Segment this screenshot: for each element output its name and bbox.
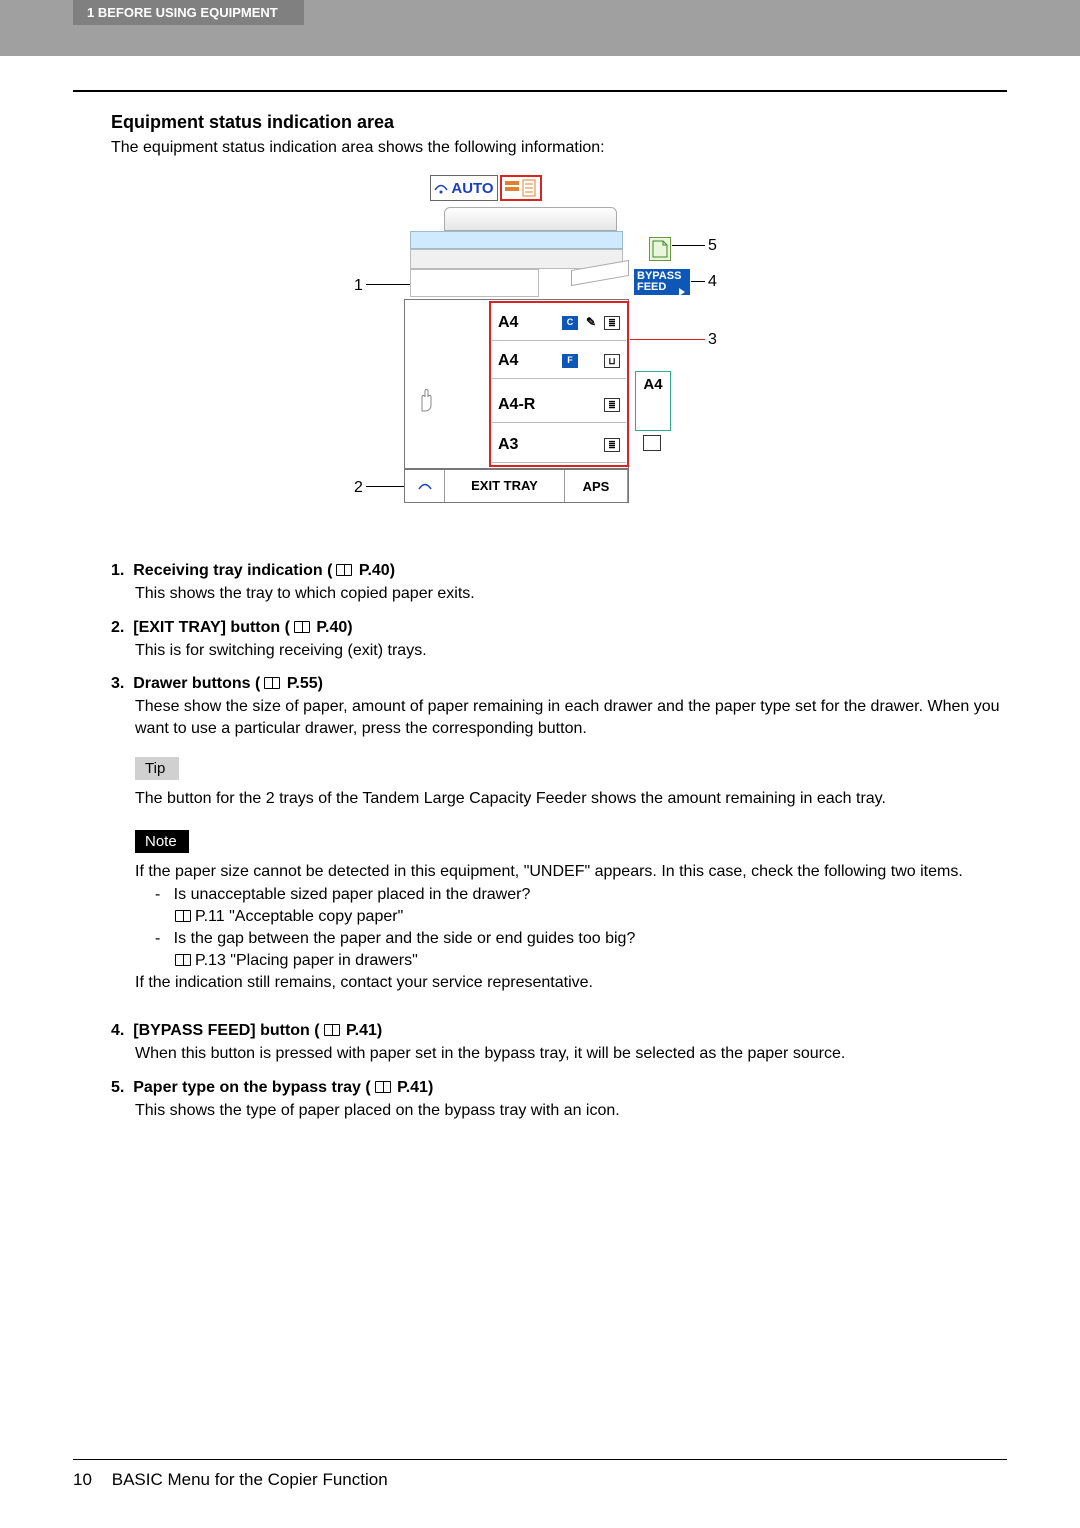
- callout-4-line: [691, 281, 705, 282]
- diagram-wrap: 1 2 5 4 3 AUTO: [73, 175, 1007, 520]
- aps-button: APS: [565, 470, 628, 502]
- bypass-papertype-icon: [649, 237, 671, 261]
- item-5-title: 5. Paper type on the bypass tray ( P.41): [111, 1079, 1007, 1097]
- callout-4: 4: [708, 273, 717, 291]
- note-block: If the paper size cannot be detected in …: [111, 861, 1007, 993]
- book-icon: [294, 621, 310, 633]
- book-icon: [324, 1024, 340, 1036]
- original-indicator: [500, 175, 542, 201]
- callout-5: 5: [708, 237, 717, 255]
- callout-2: 2: [354, 479, 363, 497]
- drawer-row: A4 C✎≣: [492, 305, 626, 341]
- page-body: Equipment status indication area The equ…: [0, 90, 1080, 1121]
- drawer-row: A4-R ≣: [492, 387, 626, 423]
- section-heading: Equipment status indication area: [73, 112, 1007, 133]
- note-intro: If the paper size cannot be detected in …: [135, 861, 1007, 883]
- book-icon: [264, 677, 280, 689]
- item-1-title: 1. Receiving tray indication ( P.40): [111, 562, 1007, 580]
- item-3-desc: These show the size of paper, amount of …: [111, 696, 1007, 739]
- auto-indicator: AUTO: [430, 175, 498, 201]
- callout-3-line: [630, 339, 705, 340]
- callout-1: 1: [354, 277, 363, 295]
- base-row: EXIT TRAY APS: [404, 469, 629, 503]
- note-label: Note: [135, 830, 189, 853]
- callout-3: 3: [708, 331, 717, 349]
- side-drawer-icon: [643, 435, 661, 451]
- tip-text: The button for the 2 trays of the Tandem…: [111, 788, 1007, 810]
- drawer-row: A3 ≣: [492, 427, 626, 463]
- drawer-row: A4 F⊔: [492, 343, 626, 379]
- page-header: 1 BEFORE USING EQUIPMENT: [0, 0, 1080, 56]
- footer-rule: [73, 1459, 1007, 1460]
- original-icon: [502, 177, 540, 199]
- footer-title: BASIC Menu for the Copier Function: [112, 1470, 388, 1489]
- side-drawer: A4: [635, 371, 671, 431]
- book-icon: [175, 954, 191, 966]
- book-icon: [336, 564, 352, 576]
- note-ref: P.13 "Placing paper in drawers": [135, 950, 1007, 972]
- note-outro: If the indication still remains, contact…: [135, 972, 1007, 994]
- auto-label: AUTO: [451, 180, 493, 197]
- section-intro: The equipment status indication area sho…: [73, 139, 1007, 157]
- equipment-diagram: 1 2 5 4 3 AUTO: [360, 175, 720, 520]
- exit-tray-button: EXIT TRAY: [445, 470, 565, 502]
- item-4-desc: When this button is pressed with paper s…: [111, 1043, 1007, 1065]
- item-4-title: 4. [BYPASS FEED] button ( P.41): [111, 1022, 1007, 1040]
- page-number: 10: [73, 1470, 107, 1490]
- note-bullet: - Is the gap between the paper and the s…: [135, 928, 1007, 950]
- note-bullet: - Is unacceptable sized paper placed in …: [135, 884, 1007, 906]
- item-5-desc: This shows the type of paper placed on t…: [111, 1100, 1007, 1122]
- item-3-title: 3. Drawer buttons ( P.55): [111, 675, 1007, 693]
- items-list: 1. Receiving tray indication ( P.40) Thi…: [73, 562, 1007, 1121]
- wifi-icon: [434, 181, 448, 195]
- top-rule: [73, 90, 1007, 92]
- exit-arrow-icon: [417, 479, 433, 493]
- chapter-label: 1 BEFORE USING EQUIPMENT: [73, 0, 304, 25]
- book-icon: [175, 910, 191, 922]
- book-icon: [375, 1081, 391, 1093]
- item-1-desc: This shows the tray to which copied pape…: [111, 583, 1007, 605]
- mfp-illustration: [404, 203, 629, 299]
- tip-label: Tip: [135, 757, 179, 780]
- hand-icon: [416, 385, 436, 413]
- arrow-right-icon: [679, 288, 685, 296]
- note-ref: P.11 "Acceptable copy paper": [135, 906, 1007, 928]
- item-2-title: 2. [EXIT TRAY] button ( P.40): [111, 619, 1007, 637]
- callout-5-line: [672, 245, 705, 246]
- page-footer: 10 BASIC Menu for the Copier Function: [73, 1459, 1007, 1490]
- item-2-desc: This is for switching receiving (exit) t…: [111, 640, 1007, 662]
